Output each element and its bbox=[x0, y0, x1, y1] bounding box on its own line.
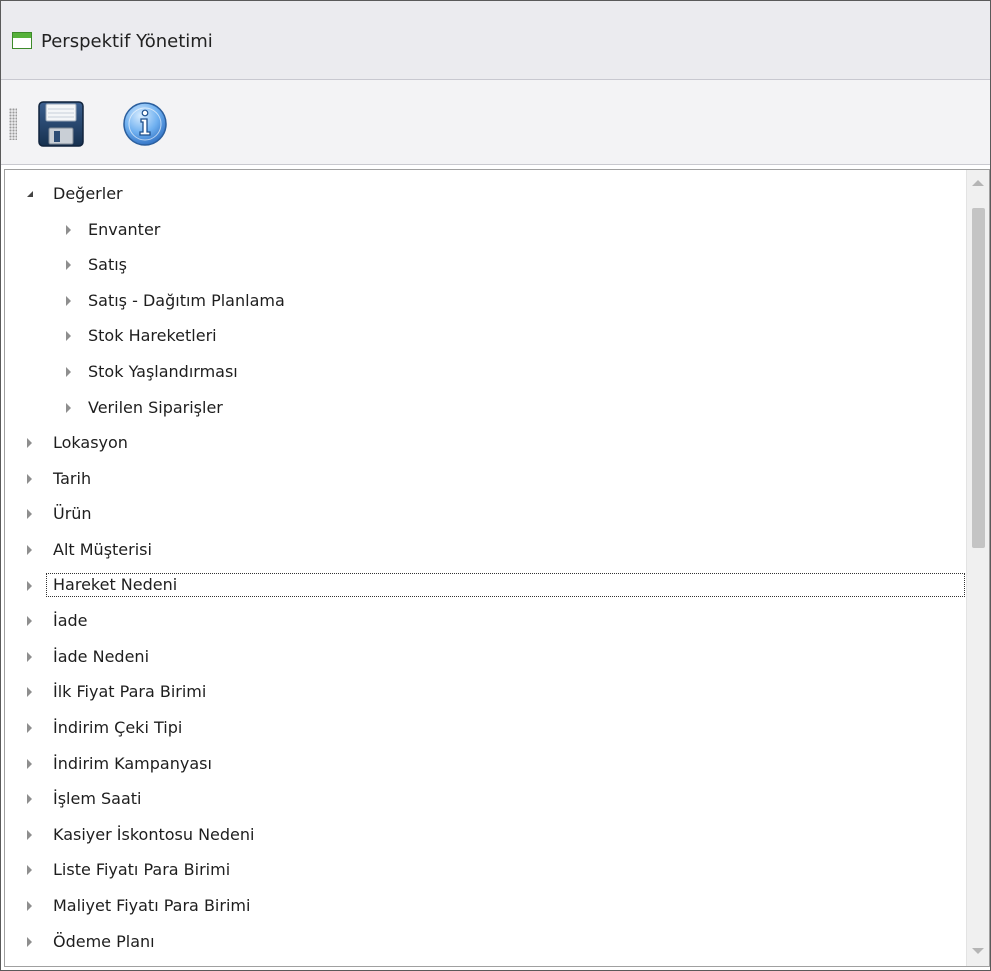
tree-node[interactable]: Kasiyer İskontosu Nedeni bbox=[5, 817, 963, 852]
collapsed-arrow-icon[interactable] bbox=[66, 331, 71, 342]
tree-node-label: Alt Müşterisi bbox=[53, 540, 152, 559]
tree-node-label: İşlem Saati bbox=[53, 789, 142, 809]
collapsed-arrow-icon[interactable] bbox=[66, 367, 71, 377]
collapsed-arrow-icon[interactable] bbox=[27, 473, 32, 484]
tree-node-label: Hareket Nedeni bbox=[46, 572, 965, 597]
tree-node-label: Ödeme Planı bbox=[53, 931, 155, 951]
tree-node-label: Kasiyer İskontosu Nedeni bbox=[53, 824, 255, 844]
tree-node[interactable]: Lokasyon bbox=[5, 425, 963, 460]
collapsed-arrow-icon[interactable] bbox=[27, 651, 32, 662]
expanded-arrow-icon[interactable] bbox=[27, 191, 33, 197]
tree-node[interactable]: Satış bbox=[5, 247, 963, 282]
tree-node-label: Verilen Siparişler bbox=[88, 397, 223, 417]
tree-node-label: Stok Yaşlandırması bbox=[88, 362, 238, 381]
collapsed-arrow-icon[interactable] bbox=[27, 794, 32, 805]
collapsed-arrow-icon[interactable] bbox=[66, 260, 71, 271]
tree-node[interactable]: Liste Fiyatı Para Birimi bbox=[5, 852, 963, 887]
tree-node-label: Lokasyon bbox=[53, 433, 128, 453]
tree-node[interactable]: Değerler bbox=[5, 176, 963, 211]
tree-node[interactable]: Maliyet Fiyatı Para Birimi bbox=[5, 888, 963, 923]
tree-node[interactable]: Ürün bbox=[5, 496, 963, 531]
collapsed-arrow-icon[interactable] bbox=[27, 901, 32, 911]
collapsed-arrow-icon[interactable] bbox=[27, 687, 32, 698]
tree-node[interactable]: Alt Müşterisi bbox=[5, 532, 963, 567]
vertical-scrollbar[interactable] bbox=[966, 170, 989, 966]
collapsed-arrow-icon[interactable] bbox=[27, 509, 32, 520]
tree-node-label: İade bbox=[53, 611, 88, 631]
scroll-thumb[interactable] bbox=[972, 208, 985, 548]
tree-node[interactable]: Tarih bbox=[5, 461, 963, 496]
tree-node[interactable]: Verilen Siparişler bbox=[5, 390, 963, 425]
tree-node-label: Satış - Dağıtım Planlama bbox=[88, 290, 285, 310]
tree-node-label: Tarih bbox=[53, 468, 92, 488]
tree-node[interactable]: İndirim Kampanyası bbox=[5, 746, 963, 781]
collapsed-arrow-icon[interactable] bbox=[66, 224, 71, 235]
tree-node[interactable]: Envanter bbox=[5, 212, 963, 247]
tree-node-label: Ürün bbox=[53, 504, 92, 524]
tree-node-label: Maliyet Fiyatı Para Birimi bbox=[53, 896, 251, 915]
info-icon bbox=[123, 102, 167, 146]
tree-node[interactable]: İşlem Saati bbox=[5, 781, 963, 816]
tree-node[interactable]: İlk Fiyat Para Birimi bbox=[5, 674, 963, 709]
save-icon bbox=[38, 101, 84, 147]
collapsed-arrow-icon[interactable] bbox=[27, 438, 32, 449]
tree-node-label: Liste Fiyatı Para Birimi bbox=[53, 860, 231, 880]
tree-node-label: Envanter bbox=[88, 219, 161, 239]
title-bar: Perspektif Yönetimi bbox=[1, 1, 990, 80]
collapsed-arrow-icon[interactable] bbox=[27, 616, 32, 627]
tree-node[interactable]: Satış - Dağıtım Planlama bbox=[5, 283, 963, 318]
tree-node-label: Değerler bbox=[53, 184, 123, 203]
scroll-up-arrow-icon[interactable] bbox=[972, 180, 984, 186]
info-button[interactable] bbox=[121, 100, 169, 148]
collapsed-arrow-icon[interactable] bbox=[27, 545, 32, 555]
tree-node-label: İndirim Kampanyası bbox=[53, 753, 212, 773]
window-icon bbox=[12, 32, 32, 49]
collapsed-arrow-icon[interactable] bbox=[27, 580, 32, 591]
tree-node-label: İade Nedeni bbox=[53, 646, 150, 666]
tree-node[interactable]: Ödeme Planı bbox=[5, 924, 963, 959]
collapsed-arrow-icon[interactable] bbox=[66, 402, 71, 413]
window-title: Perspektif Yönetimi bbox=[41, 31, 213, 52]
tree-node-label: İlk Fiyat Para Birimi bbox=[53, 682, 207, 702]
toolbar bbox=[1, 80, 990, 165]
scroll-down-arrow-icon[interactable] bbox=[972, 948, 984, 954]
perspective-window: Perspektif Yönetimi Değerler Envanter Sa… bbox=[0, 0, 991, 971]
save-button[interactable] bbox=[37, 100, 85, 148]
tree-node-label: Satış bbox=[88, 255, 128, 275]
perspective-tree: Değerler Envanter Satış Satış - Dağıtım Pla… bbox=[4, 169, 990, 967]
collapsed-arrow-icon[interactable] bbox=[27, 758, 32, 769]
tree-node[interactable]: İade Nedeni bbox=[5, 639, 963, 674]
tree-node-label: Stok Hareketleri bbox=[88, 326, 217, 346]
collapsed-arrow-icon[interactable] bbox=[27, 936, 32, 947]
collapsed-arrow-icon[interactable] bbox=[27, 723, 32, 733]
tree-node[interactable]: Stok Yaşlandırması bbox=[5, 354, 963, 389]
tree-node-label: İndirim Çeki Tipi bbox=[53, 718, 183, 737]
collapsed-arrow-icon[interactable] bbox=[27, 865, 32, 876]
collapsed-arrow-icon[interactable] bbox=[66, 295, 71, 306]
tree-node[interactable]: İndirim Çeki Tipi bbox=[5, 710, 963, 745]
toolbar-grip-handle[interactable] bbox=[9, 108, 17, 140]
collapsed-arrow-icon[interactable] bbox=[27, 829, 32, 840]
tree-node[interactable]: Hareket Nedeni bbox=[5, 568, 965, 603]
tree-node[interactable]: İade bbox=[5, 603, 963, 638]
tree-node[interactable]: Stok Hareketleri bbox=[5, 318, 963, 353]
